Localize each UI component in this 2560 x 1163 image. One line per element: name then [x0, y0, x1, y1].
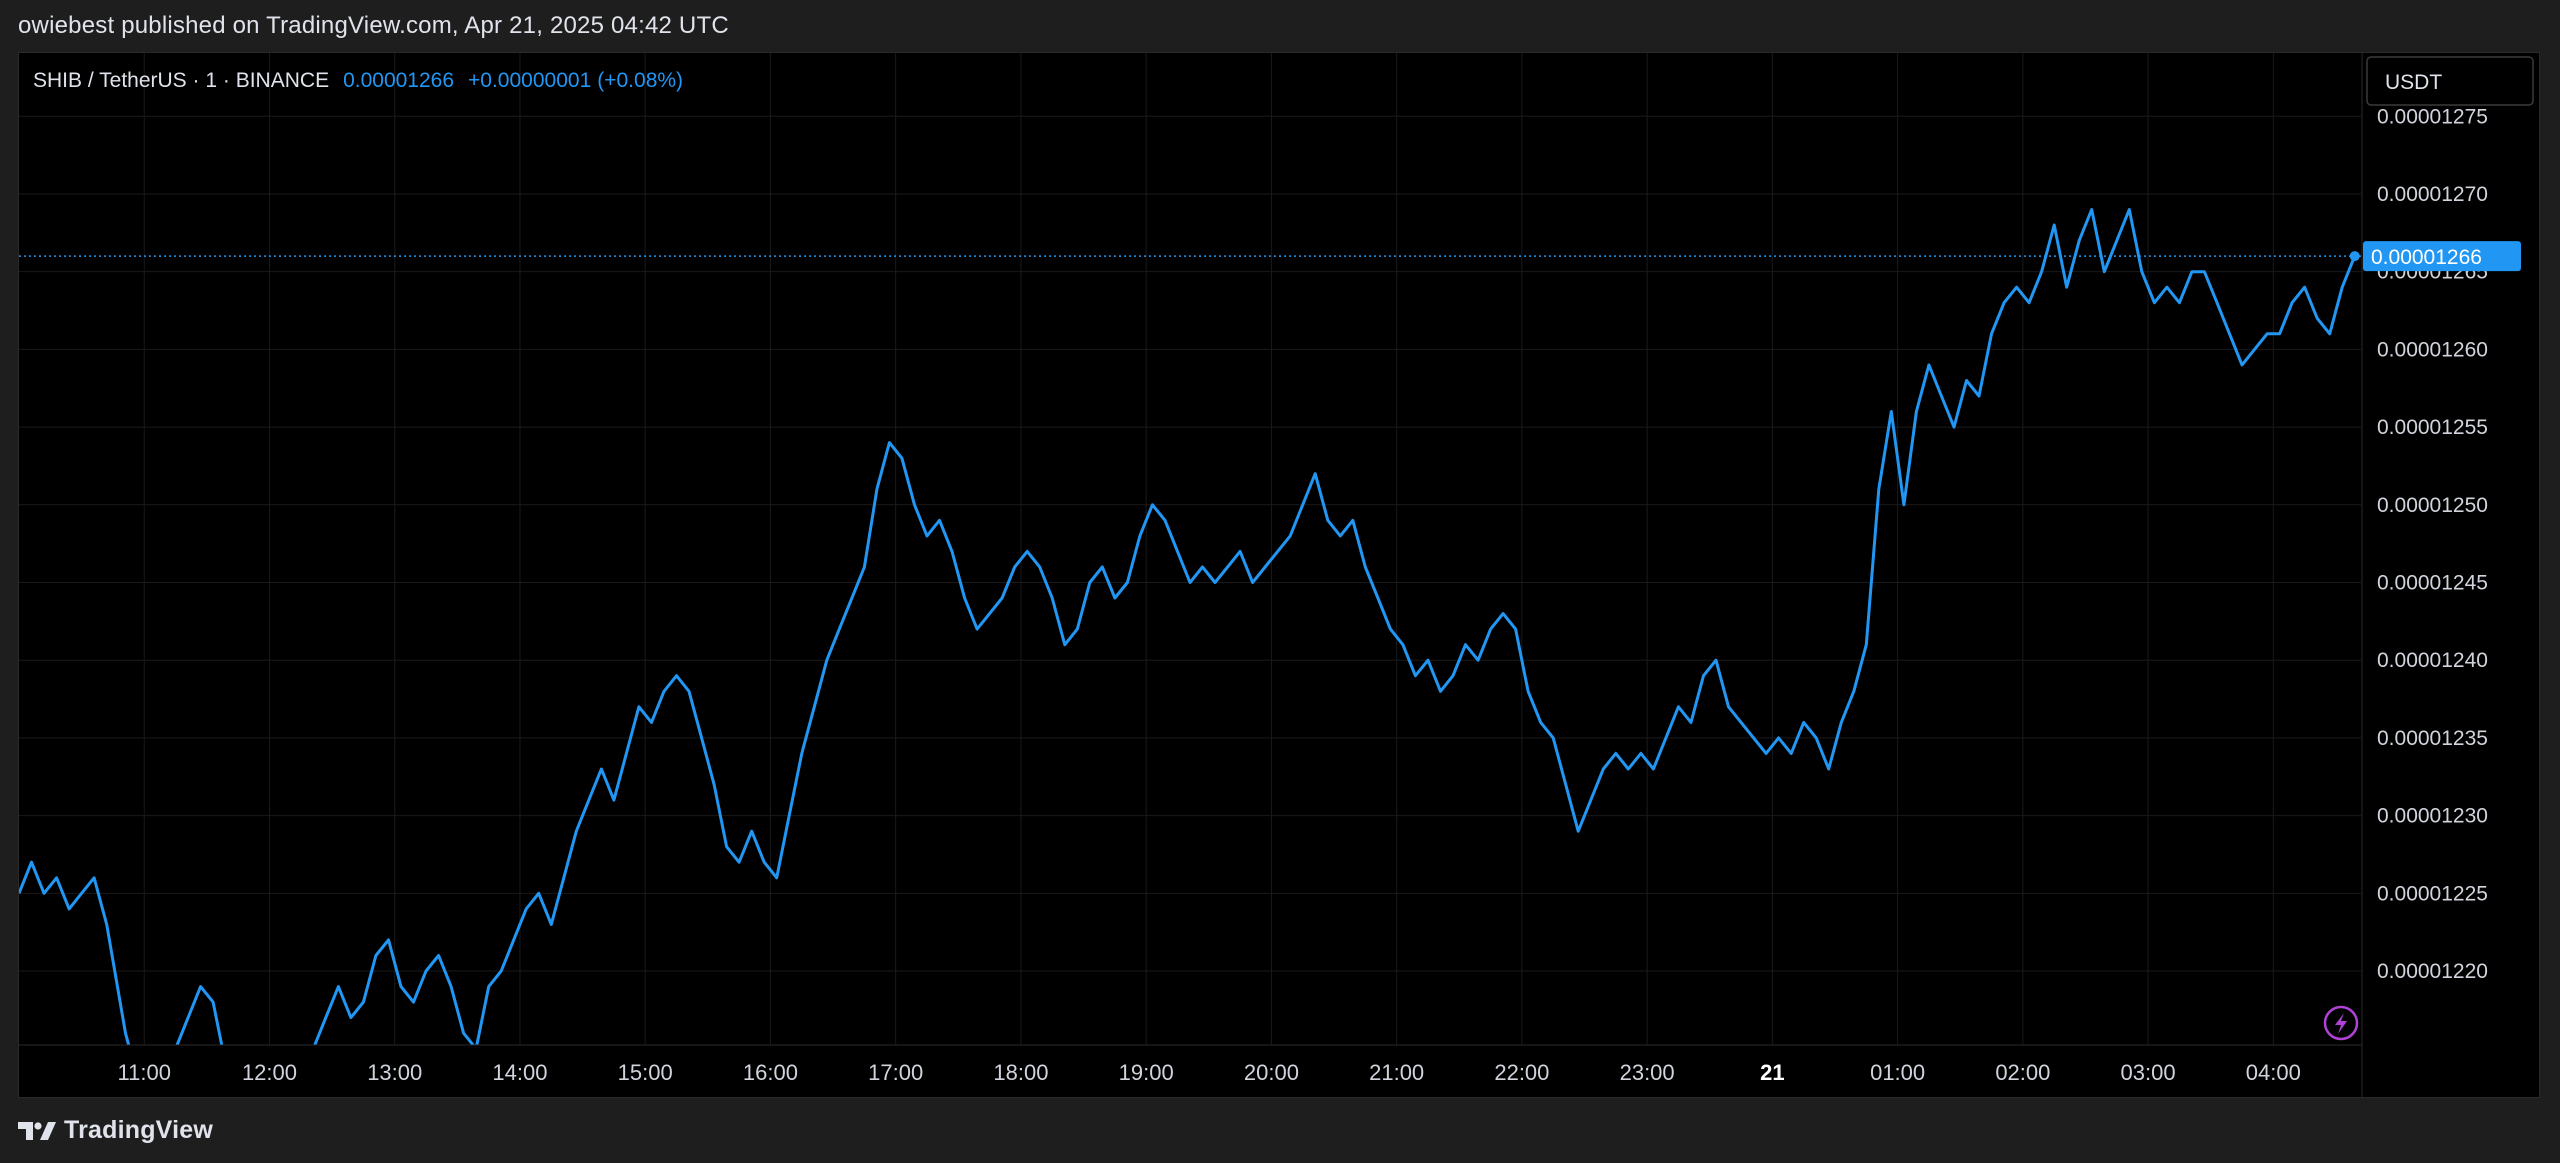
time-tick-label: 02:00 — [1995, 1060, 2050, 1085]
time-tick-label: 11:00 — [118, 1060, 171, 1085]
time-tick-label: 21:00 — [1369, 1060, 1424, 1085]
price-series-line — [19, 208, 2357, 1045]
time-tick-label: 04:00 — [2246, 1060, 2301, 1085]
published-text: owiebest published on TradingView.com, A… — [18, 12, 729, 39]
legend-last-price: 0.00001266 — [343, 69, 454, 92]
price-tick-label: 0.00001275 — [2377, 105, 2488, 128]
legend-sep-1: · — [187, 69, 206, 92]
time-tick-label: 23:00 — [1620, 1060, 1675, 1085]
legend-sep-2: · — [217, 69, 236, 92]
price-line-group — [19, 208, 2361, 1045]
brand-name: TradingView — [64, 1116, 214, 1144]
time-tick-label: 16:00 — [743, 1060, 798, 1085]
last-price-badge: 0.00001266 — [2363, 241, 2521, 272]
legend-interval: 1 — [205, 69, 217, 92]
legend-pair: SHIB / TetherUS — [33, 69, 187, 92]
tradingview-logo-icon — [18, 1121, 56, 1140]
footer: TradingView — [0, 1098, 2560, 1163]
price-tick-label: 0.00001225 — [2377, 882, 2488, 905]
price-tick-label: 0.00001270 — [2377, 183, 2488, 206]
time-tick-label: 21 — [1760, 1060, 1784, 1085]
price-tick-label: 0.00001220 — [2377, 960, 2488, 983]
time-tick-label: 13:00 — [367, 1060, 422, 1085]
time-tick-label: 14:00 — [492, 1060, 547, 1085]
time-tick-label: 22:00 — [1494, 1060, 1549, 1085]
time-tick-label: 01:00 — [1870, 1060, 1925, 1085]
price-tick-label: 0.00001260 — [2377, 338, 2488, 361]
legend-change-pct: (+0.08%) — [597, 69, 683, 92]
price-tick-label: 0.00001245 — [2377, 571, 2488, 594]
time-tick-label: 18:00 — [993, 1060, 1048, 1085]
bolt-icon[interactable] — [2323, 1005, 2359, 1041]
chart-panel[interactable]: 0.00001275 0.00001270 0.00001265 0.00001260… — [18, 52, 2540, 1098]
price-tick-label: 0.00001240 — [2377, 649, 2488, 672]
price-tick-label: 0.00001230 — [2377, 805, 2488, 828]
price-tick-label: 0.00001235 — [2377, 727, 2488, 750]
legend-change: +0.00000001 — [468, 69, 591, 92]
publish-header: owiebest published on TradingView.com, A… — [0, 0, 2560, 52]
time-tick-label: 03:00 — [2121, 1060, 2176, 1085]
legend-text: SHIB / TetherUS · 1 · BINANCE 0.00001266 +… — [33, 69, 683, 92]
grid-lines — [19, 53, 2361, 1045]
currency-label: USDT — [2385, 71, 2442, 94]
last-price-label: 0.00001266 — [2371, 246, 2482, 269]
price-axis[interactable]: 0.000012750.000012700.000012650.00001260… — [2377, 105, 2488, 983]
price-tick-label: 0.00001250 — [2377, 494, 2488, 517]
time-tick-label: 15:00 — [618, 1060, 673, 1085]
time-tick-label: 19:00 — [1119, 1060, 1174, 1085]
price-tick-label: 0.00001255 — [2377, 416, 2488, 439]
price-chart[interactable]: 0.000012750.000012700.000012650.00001260… — [19, 53, 2539, 1097]
currency-button[interactable]: USDT — [2366, 56, 2534, 106]
last-price-dot — [2349, 251, 2360, 262]
time-tick-label: 20:00 — [1244, 1060, 1299, 1085]
time-tick-label: 17:00 — [868, 1060, 923, 1085]
time-tick-label: 12:00 — [242, 1060, 297, 1085]
time-axis[interactable]: 11:00 12:00 13:00 14:00 15:00 16:00 17:00 18:00… — [118, 1060, 2301, 1085]
legend-exchange: BINANCE — [236, 69, 329, 92]
